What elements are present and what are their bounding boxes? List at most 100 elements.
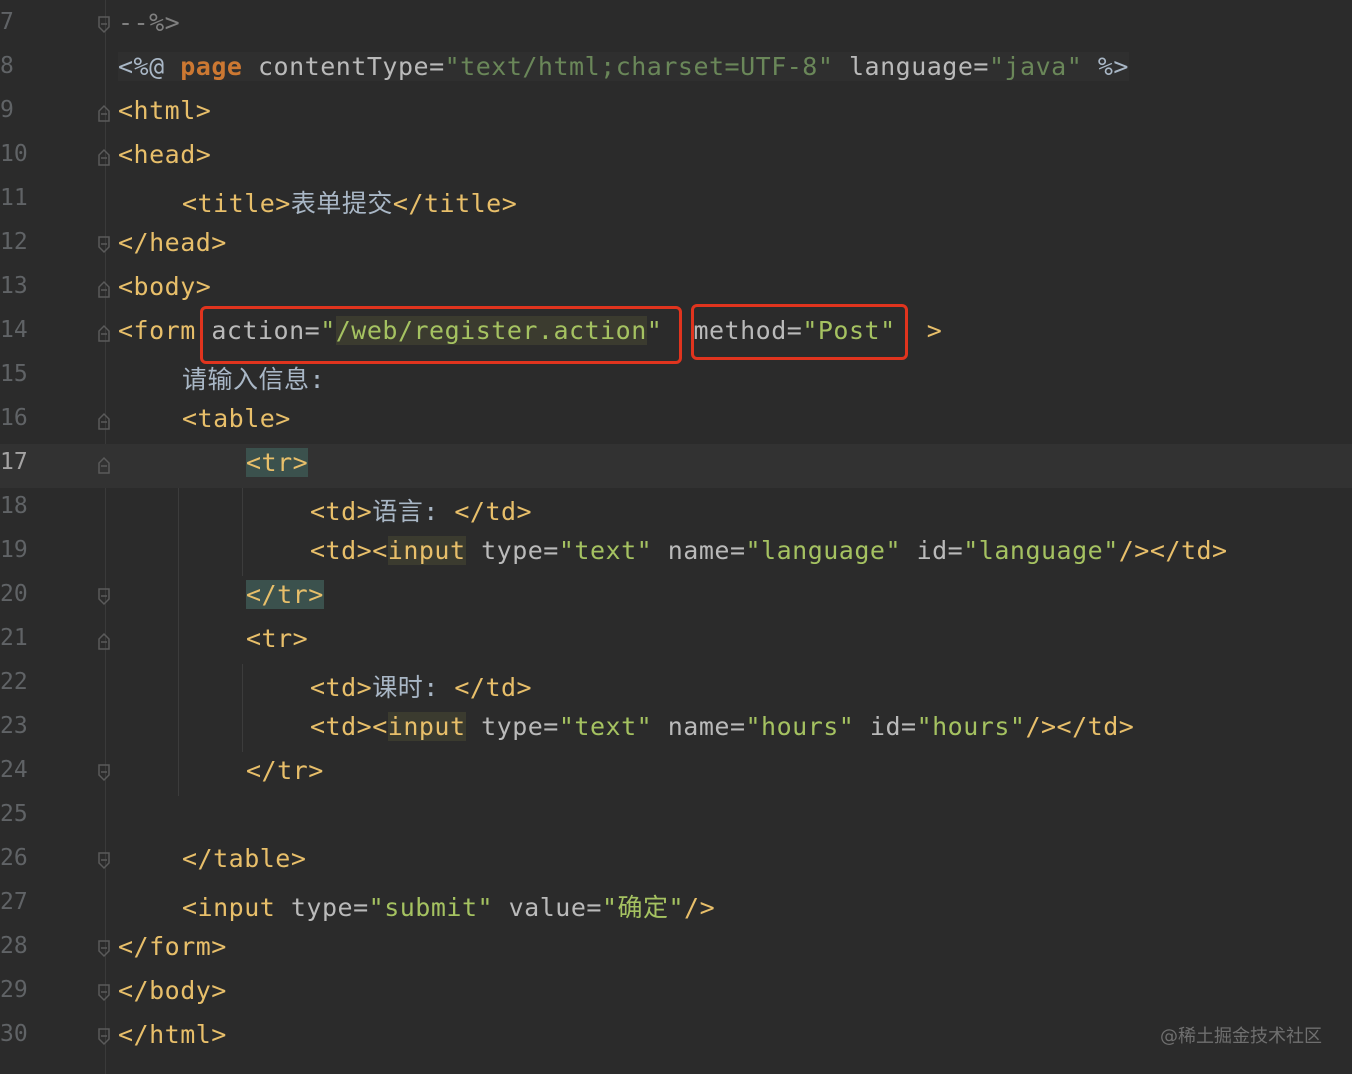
jsp-open: <%@ bbox=[118, 52, 165, 81]
code-text: </body> bbox=[118, 976, 227, 1005]
code-text: <td><input type="text" name="hours" id="… bbox=[310, 712, 1134, 741]
code-text: <tr> bbox=[246, 448, 309, 477]
method-highlight-box bbox=[691, 304, 908, 360]
attr-value: "submit" bbox=[368, 893, 494, 922]
attr-value: "language" bbox=[745, 536, 902, 565]
fold-end-icon[interactable] bbox=[97, 984, 111, 1002]
line-number: 17 bbox=[0, 449, 28, 475]
attr-value: "hours" bbox=[916, 712, 1026, 741]
line-number: 13 bbox=[0, 273, 28, 299]
code-line: 18 <td>语言: </td> bbox=[0, 488, 1352, 532]
line-number: 28 bbox=[0, 933, 28, 959]
code-line: 24 </tr> bbox=[0, 752, 1352, 796]
code-line: 27 <input type="submit" value="确定"/> bbox=[0, 884, 1352, 928]
attr-name: type= bbox=[290, 893, 369, 922]
code-text: </tr> bbox=[246, 580, 324, 609]
attr-name: name= bbox=[667, 712, 746, 741]
attr-name: value= bbox=[508, 893, 602, 922]
attr-value: "确定" bbox=[601, 893, 685, 922]
attr-value: "text/html;charset=UTF-8" bbox=[444, 52, 834, 81]
indent-guide bbox=[178, 488, 179, 796]
code-text: --%> bbox=[118, 8, 181, 37]
line-number: 19 bbox=[0, 537, 28, 563]
code-text: </form> bbox=[118, 932, 227, 961]
line-number: 27 bbox=[0, 889, 28, 915]
attr-value: "hours" bbox=[745, 712, 855, 741]
code-text: <td>课时: </td> bbox=[310, 668, 532, 704]
code-text: </head> bbox=[118, 228, 227, 257]
tag-close: </td> bbox=[454, 497, 533, 526]
line-number: 7 bbox=[0, 9, 14, 35]
fold-start-icon[interactable] bbox=[97, 632, 111, 650]
attr-name: id= bbox=[916, 536, 964, 565]
attr-name: id= bbox=[869, 712, 917, 741]
fold-end-icon[interactable] bbox=[97, 852, 111, 870]
tag-open: <title> bbox=[182, 189, 291, 218]
code-line: 9 <html> bbox=[0, 92, 1352, 136]
code-text: <table> bbox=[182, 404, 291, 433]
tag-close: </td> bbox=[454, 673, 533, 702]
fold-end-icon[interactable] bbox=[97, 588, 111, 606]
code-text: <input type="submit" value="确定"/> bbox=[182, 888, 715, 924]
line-number: 24 bbox=[0, 757, 28, 783]
code-line-current: 17 <tr> bbox=[0, 444, 1352, 488]
fold-end-icon[interactable] bbox=[97, 16, 111, 34]
tag-open: <form bbox=[118, 316, 196, 345]
code-text: <head> bbox=[118, 140, 212, 169]
line-number: 15 bbox=[0, 361, 28, 387]
line-number: 20 bbox=[0, 581, 28, 607]
tag-close: /> bbox=[684, 893, 716, 922]
fold-start-icon[interactable] bbox=[97, 280, 111, 298]
line-number: 29 bbox=[0, 977, 28, 1003]
code-line: 19 <td><input type="text" name="language… bbox=[0, 532, 1352, 576]
code-line: 10 <head> bbox=[0, 136, 1352, 180]
text-content: 课时: bbox=[372, 673, 439, 702]
fold-end-icon[interactable] bbox=[97, 764, 111, 782]
code-line: 25 bbox=[0, 796, 1352, 840]
fold-end-icon[interactable] bbox=[97, 236, 111, 254]
code-text: <td>语言: </td> bbox=[310, 492, 532, 528]
attr-value: "text" bbox=[558, 712, 653, 741]
code-line: 11 <title>表单提交</title> bbox=[0, 180, 1352, 224]
fold-start-icon[interactable] bbox=[97, 104, 111, 122]
line-number: 26 bbox=[0, 845, 28, 871]
code-line: 7 --%> bbox=[0, 4, 1352, 48]
line-number: 18 bbox=[0, 493, 28, 519]
attr-name: contentType= bbox=[258, 52, 445, 81]
code-text: </html> bbox=[118, 1020, 227, 1049]
code-text: <body> bbox=[118, 272, 212, 301]
line-number: 30 bbox=[0, 1021, 28, 1047]
indent-guide bbox=[242, 488, 243, 576]
line-number: 21 bbox=[0, 625, 28, 651]
code-line: 12 </head> bbox=[0, 224, 1352, 268]
code-line: 28 </form> bbox=[0, 928, 1352, 972]
code-text: <tr> bbox=[246, 624, 309, 653]
text-content: 表单提交 bbox=[290, 189, 393, 218]
tag-close: </title> bbox=[392, 189, 518, 218]
code-line: 22 <td>课时: </td> bbox=[0, 664, 1352, 708]
attr-name: type= bbox=[481, 536, 559, 565]
tag-close: > bbox=[926, 316, 943, 345]
code-line: 8 <%@ page contentType="text/html;charse… bbox=[0, 48, 1352, 92]
fold-start-icon[interactable] bbox=[97, 412, 111, 430]
line-number: 11 bbox=[0, 185, 28, 211]
action-highlight-box bbox=[200, 306, 682, 364]
line-number: 22 bbox=[0, 669, 28, 695]
attr-name: type= bbox=[481, 712, 559, 741]
text-content: 语言: bbox=[372, 497, 439, 526]
code-line: 20 </tr> bbox=[0, 576, 1352, 620]
attr-name: language= bbox=[848, 52, 989, 81]
code-text: </tr> bbox=[246, 756, 324, 785]
tag-open: <td>< bbox=[310, 536, 388, 565]
fold-end-icon[interactable] bbox=[97, 940, 111, 958]
fold-start-icon[interactable] bbox=[97, 324, 111, 342]
fold-start-icon[interactable] bbox=[97, 456, 111, 474]
fold-start-icon[interactable] bbox=[97, 148, 111, 166]
line-number: 8 bbox=[0, 53, 14, 79]
code-line: 26 </table> bbox=[0, 840, 1352, 884]
code-line: 30 </html> bbox=[0, 1016, 1352, 1060]
fold-end-icon[interactable] bbox=[97, 1028, 111, 1046]
code-line: 21 <tr> bbox=[0, 620, 1352, 664]
code-text: <td><input type="text" name="language" i… bbox=[310, 536, 1228, 565]
watermark: @稀土掘金技术社区 bbox=[1160, 1026, 1322, 1047]
